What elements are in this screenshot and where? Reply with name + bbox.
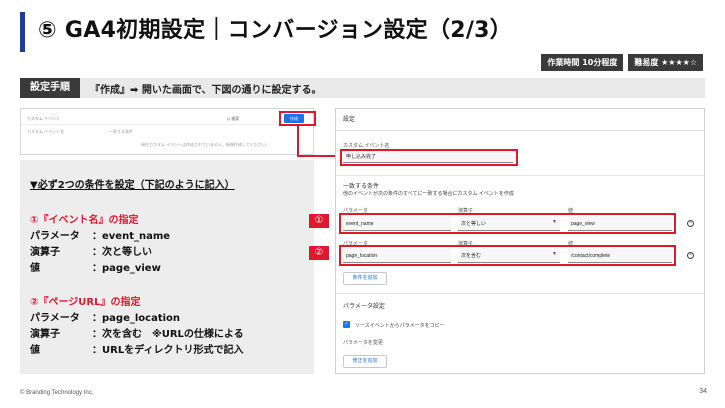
add-condition-button[interactable]: 条件を追加 (343, 272, 387, 285)
value: ：page_view (92, 263, 161, 274)
value: ：page_location (92, 313, 181, 324)
condition-1-param: パラメータ ：event_name (30, 229, 304, 245)
value: ：URLをディレクトリ形式で記入 (92, 345, 244, 356)
step-bar: 設定手順 『作成』➡ 開いた画面で、下図の通りに設定する。 (20, 78, 705, 98)
number-badge-2: ② (309, 246, 329, 260)
condition-2-param: パラメータ ：page_location (30, 311, 304, 327)
remove-condition-icon[interactable]: × (687, 220, 694, 227)
badge-group: 作業時間 10分程度 難易度 ★★★★☆ (541, 54, 703, 71)
condition-1-operator: 演算子 ：次と等しい (30, 245, 304, 261)
difficulty-badge: 難易度 ★★★★☆ (628, 54, 703, 71)
condition-2-title: ②『ページURL』の指定 (30, 297, 141, 308)
page-number: 34 (699, 388, 707, 395)
mini-list-title: カスタム イベント (27, 116, 61, 121)
mini-empty-message: 現在カスタム イベントは作成されていません。新規作成してください。 (141, 142, 270, 147)
match-conditions-title: 一致する条件 (343, 184, 380, 190)
key: 値 (30, 345, 40, 356)
connector-line-horizontal (297, 155, 337, 157)
value: ：次を含む ※URLの仕様による (92, 329, 244, 340)
work-time-badge: 作業時間 10分程度 (541, 54, 624, 71)
key: 演算子 (30, 247, 60, 258)
condition-1-title: ①『イベント名』の指定 (30, 215, 139, 226)
divider (336, 293, 704, 294)
mini-divider (21, 124, 313, 125)
condition-1-value: 値 ：page_view (30, 261, 304, 277)
mini-col-event-name: カスタム イベント名 (27, 129, 65, 134)
custom-events-list-screenshot: カスタム イベント Q 検索 カスタム イベント名 一致する条件 現在カスタム … (20, 108, 314, 155)
value: ：次と等しい (92, 247, 152, 258)
page-title: ⑤ GA4初期設定｜コンバージョン設定（2/3） (38, 18, 513, 43)
condition-2-operator: 演算子 ：次を含む ※URLの仕様による (30, 327, 304, 343)
add-modification-button[interactable]: 修正を追加 (343, 355, 387, 368)
settings-panel: 設定 カスタム イベント名 申し込み完了 一致する条件 他のイベントが次の条件の… (335, 108, 705, 374)
copy-params-label: ソースイベントからパラメータをコピー (355, 323, 445, 329)
number-badge-1: ① (309, 214, 329, 228)
create-button-highlight (279, 111, 316, 126)
key: 値 (30, 263, 40, 274)
divider (336, 175, 704, 176)
condition-2-value: 値 ：URLをディレクトリ形式で記入 (30, 343, 304, 359)
modify-params-label: パラメータを変更 (343, 340, 383, 346)
copyright: © Branding Technology Inc. (20, 390, 94, 396)
copy-params-checkbox[interactable]: ✓ (343, 321, 350, 328)
panel-header: 設定 (336, 109, 704, 131)
param-settings-title: パラメータ設定 (343, 304, 385, 310)
step-instruction: 『作成』➡ 開いた画面で、下図の通りに設定する。 (90, 84, 322, 96)
connector-line-vertical (297, 126, 299, 156)
match-conditions-desc: 他のイベントが次の条件のすべてに一致する場合にカスタム イベントを作成 (343, 191, 514, 197)
key: パラメータ (30, 231, 80, 242)
row2-highlight (339, 245, 676, 266)
event-name-label: カスタム イベント名 (343, 143, 390, 149)
key: パラメータ (30, 313, 80, 324)
mini-col-match: 一致する条件 (109, 129, 133, 134)
remove-condition-icon[interactable]: × (687, 252, 694, 259)
conditions-heading: ▼必ず2つの条件を設定（下記のように記入） (30, 180, 235, 191)
value: ：event_name (92, 231, 171, 242)
step-label: 設定手順 (20, 78, 80, 98)
conditions-explanation: ▼必ず2つの条件を設定（下記のように記入） ①『イベント名』の指定 パラメータ ：… (20, 160, 314, 374)
row1-highlight (339, 213, 676, 234)
event-name-highlight (340, 149, 518, 166)
key: 演算子 (30, 329, 60, 340)
mini-search-field[interactable]: Q 検索 (227, 116, 239, 122)
title-accent-bar (20, 12, 25, 52)
